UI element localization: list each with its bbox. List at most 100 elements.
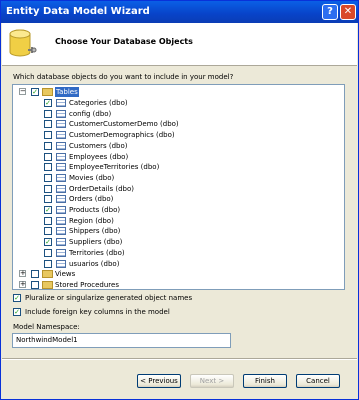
table-item[interactable]: Customers (dbo) — [13, 141, 344, 151]
table-checkbox[interactable] — [44, 131, 52, 140]
namespace-input[interactable]: NorthwindModel1 — [12, 333, 231, 348]
header-title: Choose Your Database Objects — [55, 37, 193, 46]
folder-icon — [42, 270, 53, 278]
expand-icon[interactable]: + — [19, 270, 26, 277]
separator — [2, 358, 357, 360]
table-item[interactable]: Territories (dbo) — [13, 248, 344, 258]
table-item[interactable]: CustomerDemographics (dbo) — [13, 130, 344, 140]
table-icon — [56, 227, 66, 236]
table-label: usuarios (dbo) — [69, 259, 120, 268]
table-label: OrderDetails (dbo) — [69, 184, 135, 193]
table-label: config (dbo) — [69, 109, 112, 118]
tables-label: Tables — [55, 87, 79, 97]
table-checkbox[interactable] — [44, 184, 52, 193]
table-label: CustomerCustomerDemo (dbo) — [69, 120, 179, 129]
namespace-label: Model Namespace: — [13, 323, 80, 331]
collapse-icon[interactable]: − — [19, 88, 26, 95]
table-checkbox[interactable] — [44, 163, 52, 172]
table-label: Orders (dbo) — [69, 195, 114, 204]
table-item[interactable]: usuarios (dbo) — [13, 259, 344, 269]
tree-node-views[interactable]: + Views — [13, 269, 344, 279]
title-bar: Entity Data Model Wizard — [1, 1, 358, 23]
table-icon — [56, 195, 66, 204]
question-text: Which database objects do you want to in… — [13, 73, 234, 81]
table-checkbox[interactable] — [44, 109, 52, 118]
views-label: Views — [55, 270, 76, 278]
table-icon — [56, 216, 66, 225]
table-item[interactable]: OrderDetails (dbo) — [13, 184, 344, 194]
table-label: Employees (dbo) — [69, 152, 129, 161]
table-icon — [56, 259, 66, 268]
table-icon — [56, 120, 66, 129]
window-title: Entity Data Model Wizard — [6, 6, 150, 17]
table-label: Products (dbo) — [69, 206, 121, 214]
table-label: Shippers (dbo) — [69, 227, 121, 236]
table-icon — [56, 152, 66, 161]
stored-procedures-label: Stored Procedures — [55, 281, 119, 289]
table-checkbox[interactable] — [44, 248, 52, 257]
table-item[interactable]: CustomerCustomerDemo (dbo) — [13, 119, 344, 129]
table-icon — [56, 99, 66, 107]
table-checkbox[interactable] — [44, 227, 52, 236]
wizard-header: Choose Your Database Objects — [2, 23, 357, 66]
stored-procedures-checkbox[interactable] — [31, 281, 39, 289]
table-label: Customers (dbo) — [69, 141, 128, 150]
pluralize-checkbox[interactable]: ✓ — [13, 294, 21, 302]
table-icon — [56, 238, 66, 247]
folder-icon — [42, 281, 53, 289]
table-item[interactable]: EmployeeTerritories (dbo) — [13, 162, 344, 172]
close-button[interactable]: ✕ — [340, 4, 356, 20]
views-checkbox[interactable] — [31, 270, 39, 278]
table-label: Movies (dbo) — [69, 173, 115, 182]
table-item[interactable]: Movies (dbo) — [13, 173, 344, 183]
database-icon — [9, 29, 37, 57]
table-icon — [56, 109, 66, 118]
finish-button[interactable]: Finish — [243, 374, 287, 388]
table-checkbox[interactable] — [44, 216, 52, 225]
table-label: Region (dbo) — [69, 216, 114, 225]
expand-icon[interactable]: + — [19, 281, 26, 288]
help-button[interactable]: ? — [322, 4, 338, 20]
table-label: EmployeeTerritories (dbo) — [69, 163, 160, 172]
table-icon — [56, 131, 66, 140]
tree-node-tables[interactable]: − ✓ Tables — [13, 87, 344, 97]
table-checkbox[interactable] — [44, 173, 52, 182]
table-item[interactable]: Shippers (dbo) — [13, 226, 344, 236]
table-item[interactable]: ✓ Categories (dbo) — [13, 98, 344, 108]
foreign-key-checkbox[interactable]: ✓ — [13, 308, 21, 316]
table-checkbox[interactable] — [44, 120, 52, 129]
table-label: CustomerDemographics (dbo) — [69, 131, 175, 140]
table-checkbox[interactable] — [44, 141, 52, 150]
table-checkbox[interactable] — [44, 195, 52, 204]
table-item[interactable]: config (dbo) — [13, 109, 344, 119]
folder-icon — [42, 88, 53, 96]
table-item[interactable]: Region (dbo) — [13, 216, 344, 226]
table-item[interactable]: ✓ Products (dbo) — [13, 205, 344, 215]
tables-checkbox[interactable]: ✓ — [31, 88, 39, 96]
table-checkbox[interactable] — [44, 259, 52, 268]
table-item[interactable]: ✓ Suppliers (dbo) — [13, 237, 344, 247]
previous-button[interactable]: < Previous — [137, 374, 181, 388]
pluralize-label: Pluralize or singularize generated objec… — [25, 294, 193, 302]
table-item[interactable]: Orders (dbo) — [13, 194, 344, 204]
wizard-window: Entity Data Model Wizard ? ✕ Choose Your… — [0, 0, 359, 400]
table-icon — [56, 206, 66, 214]
table-icon — [56, 248, 66, 257]
table-icon — [56, 184, 66, 193]
table-icon — [56, 173, 66, 182]
table-checkbox[interactable]: ✓ — [44, 206, 52, 214]
table-icon — [56, 141, 66, 150]
next-button[interactable]: Next > — [190, 374, 234, 388]
table-label: Suppliers (dbo) — [69, 238, 123, 247]
table-label: Territories (dbo) — [69, 248, 125, 257]
cancel-button[interactable]: Cancel — [296, 374, 340, 388]
table-checkbox[interactable]: ✓ — [44, 99, 52, 107]
table-checkbox[interactable] — [44, 152, 52, 161]
table-checkbox[interactable]: ✓ — [44, 238, 52, 247]
database-objects-tree[interactable]: − ✓ Tables ✓ Categories (dbo) config (dbo)… — [12, 84, 345, 290]
table-label: Categories (dbo) — [69, 99, 128, 107]
foreign-key-label: Include foreign key columns in the model — [25, 308, 170, 316]
table-icon — [56, 163, 66, 172]
table-item[interactable]: Employees (dbo) — [13, 152, 344, 162]
tree-node-stored-procedures[interactable]: + Stored Procedures — [13, 280, 344, 290]
